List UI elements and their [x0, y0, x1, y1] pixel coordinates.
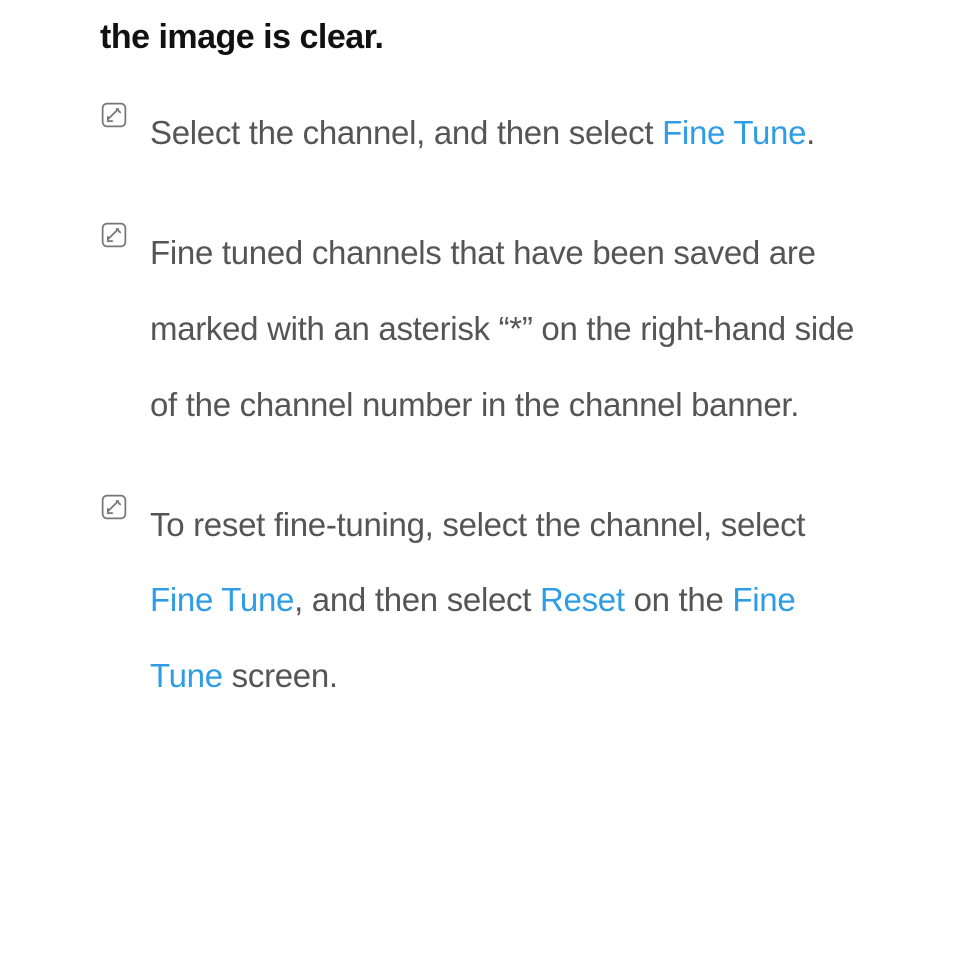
note-text-fragment: Select the channel, and then select [150, 114, 662, 151]
note-text-fragment: on the [625, 581, 733, 618]
note-text: Select the channel, and then select Fine… [150, 95, 815, 171]
page-container: the image is clear. Select the channel, … [0, 0, 954, 754]
note-list: Select the channel, and then select Fine… [100, 95, 864, 714]
note-icon [100, 493, 128, 521]
note-text-fragment: screen. [223, 657, 338, 694]
ui-term: Reset [540, 581, 625, 618]
note-text-fragment: Fine tuned channels that have been saved… [150, 234, 854, 423]
note-text-fragment: To reset fine-tuning, select the channel… [150, 506, 805, 543]
note-item: To reset fine-tuning, select the channel… [100, 487, 864, 715]
note-icon [100, 101, 128, 129]
note-text-fragment: , and then select [294, 581, 540, 618]
note-icon [100, 221, 128, 249]
note-text: Fine tuned channels that have been saved… [150, 215, 864, 443]
note-item: Select the channel, and then select Fine… [100, 95, 864, 171]
page-heading-fragment: the image is clear. [100, 18, 864, 57]
ui-term: Fine Tune [150, 581, 294, 618]
note-text-fragment: . [806, 114, 815, 151]
note-text: To reset fine-tuning, select the channel… [150, 487, 864, 715]
ui-term: Fine Tune [662, 114, 806, 151]
note-item: Fine tuned channels that have been saved… [100, 215, 864, 443]
